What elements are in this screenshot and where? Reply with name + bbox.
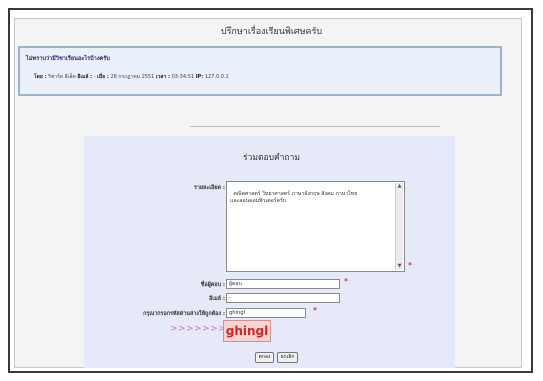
details-scrollbar[interactable]: ▲ ▼ bbox=[395, 183, 403, 270]
details-textarea[interactable]: คณิตศาสตร์ วิทยาศาสตร์ ภาษาอังกฤษ สังคม … bbox=[226, 181, 405, 272]
topic-email-label: อีเมล์ : bbox=[77, 74, 93, 80]
email-input[interactable]: - bbox=[226, 293, 340, 303]
date-value: 28 กรกฎาคม 2551 bbox=[110, 74, 155, 80]
ip-value: 127.0.0.1 bbox=[204, 74, 229, 80]
email-label: อีเมล์ : bbox=[209, 296, 225, 302]
page-title: ปรึกษาเรื่องเรียนพิเศษครับ bbox=[220, 27, 323, 37]
time-label: เวลา : bbox=[155, 74, 171, 80]
submit-button[interactable]: ตกลง bbox=[255, 352, 274, 363]
captcha-required-mark: * bbox=[313, 306, 317, 315]
time-value: 03:34:51 bbox=[171, 74, 195, 80]
details-label: รายละเอียด : bbox=[193, 185, 225, 191]
date-label: เมื่อ : bbox=[97, 74, 109, 80]
reset-button[interactable]: ยกเลิก bbox=[277, 352, 298, 363]
by-value: ริชาร์ด อีเล็ค bbox=[48, 74, 76, 80]
details-required-mark: * bbox=[408, 261, 412, 270]
name-input[interactable]: ผู้ตอบ bbox=[226, 279, 340, 289]
topic-box: ไม่ทราบว่ามีวิชาเรียนอะไรบ้างครับ โดย : … bbox=[18, 46, 502, 96]
captcha-input[interactable]: ghingl bbox=[226, 308, 306, 318]
divider bbox=[190, 126, 440, 127]
reply-title: ร่วมตอบคำถาม bbox=[243, 153, 300, 163]
by-label: โดย : bbox=[34, 74, 47, 80]
scroll-down-icon[interactable]: ▼ bbox=[396, 263, 403, 270]
name-label: ชื่อผู้ตอบ : bbox=[200, 282, 225, 288]
ip-label: IP: bbox=[195, 74, 204, 80]
scroll-up-icon[interactable]: ▲ bbox=[396, 183, 403, 190]
captcha-label: กรุณากรอกรหัสด่านล่างให้ถูกต้อง : bbox=[143, 311, 225, 317]
name-required-mark: * bbox=[344, 277, 348, 286]
captcha-image: ghingl bbox=[223, 320, 271, 342]
topic-meta: โดย : ริชาร์ด อีเล็ค อีเมล์ : - เมื่อ : … bbox=[34, 73, 229, 81]
topic-email-value: - bbox=[93, 74, 96, 80]
topic-header: ไม่ทราบว่ามีวิชาเรียนอะไรบ้างครับ bbox=[26, 56, 110, 62]
details-text: คณิตศาสตร์ วิทยาศาสตร์ ภาษาอังกฤษ สังคม … bbox=[230, 191, 358, 204]
